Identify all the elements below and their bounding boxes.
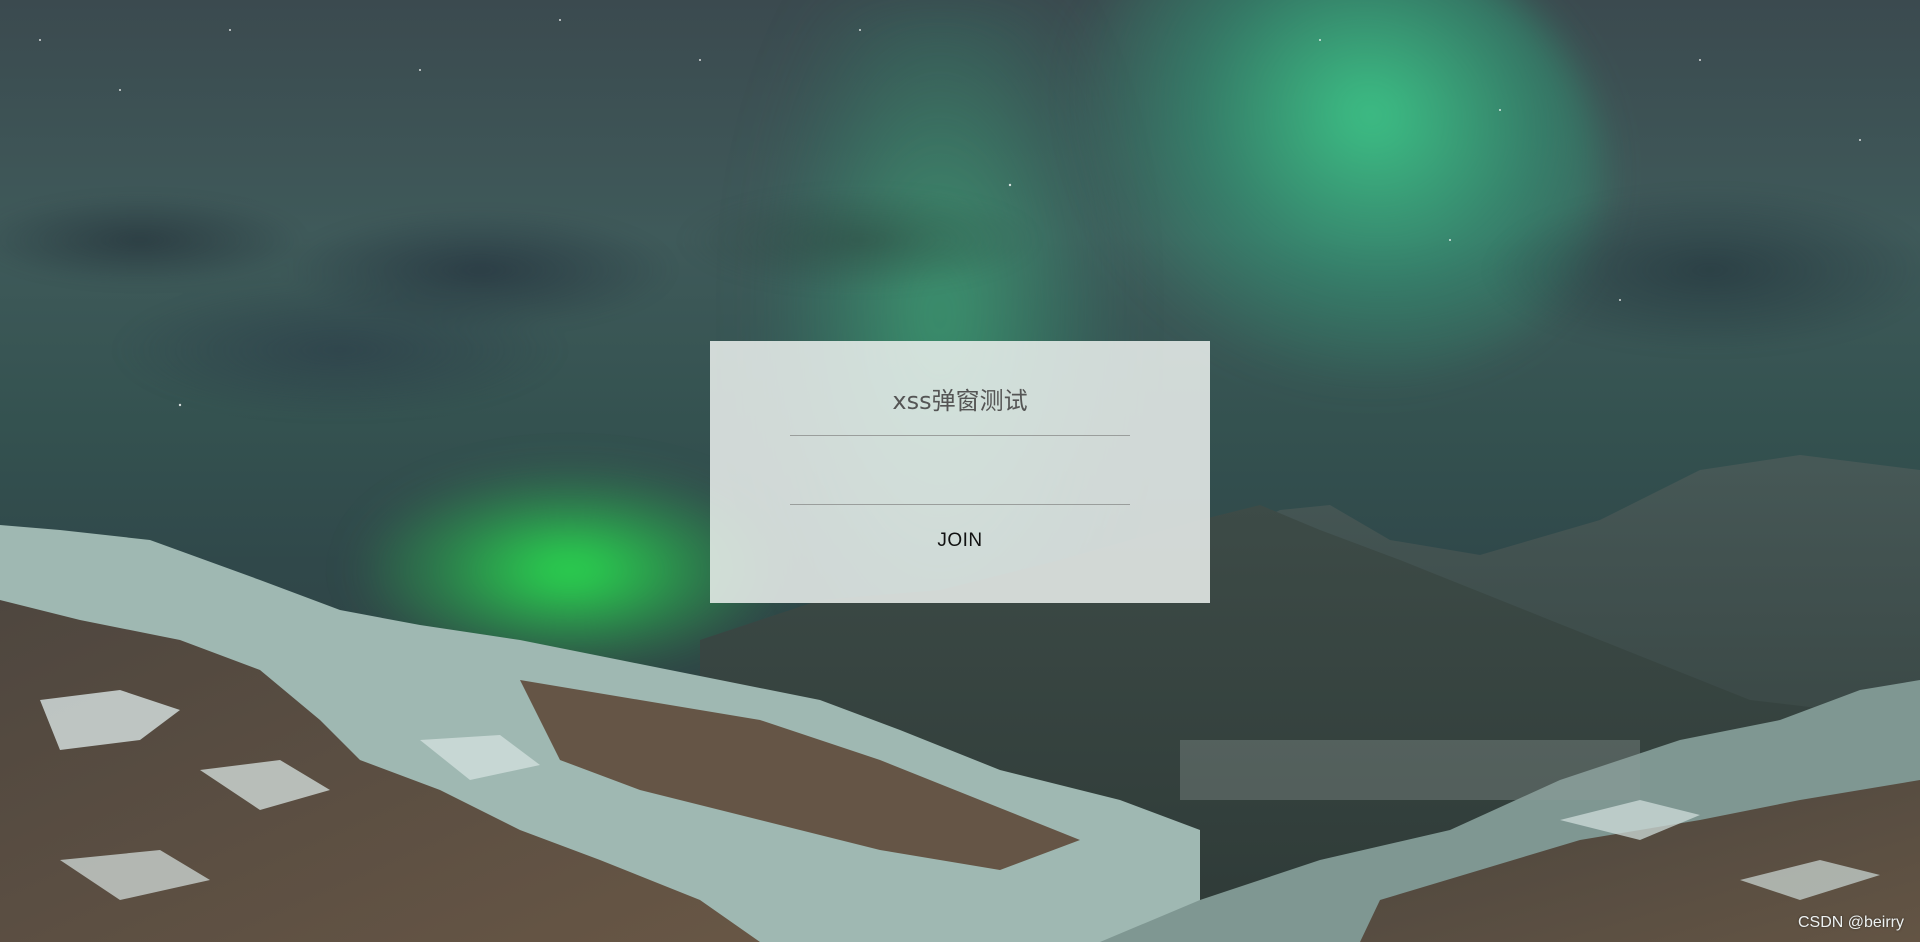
login-form: xss弹窗测试 JOIN — [710, 341, 1210, 603]
join-button[interactable]: JOIN — [860, 524, 1060, 558]
csdn-watermark: CSDN @beirry — [1797, 914, 1904, 931]
second-input[interactable] — [790, 471, 1130, 505]
background-scene: CSDN @beirry xss弹窗测试 JOIN — [0, 0, 1920, 942]
name-input[interactable] — [790, 402, 1130, 436]
